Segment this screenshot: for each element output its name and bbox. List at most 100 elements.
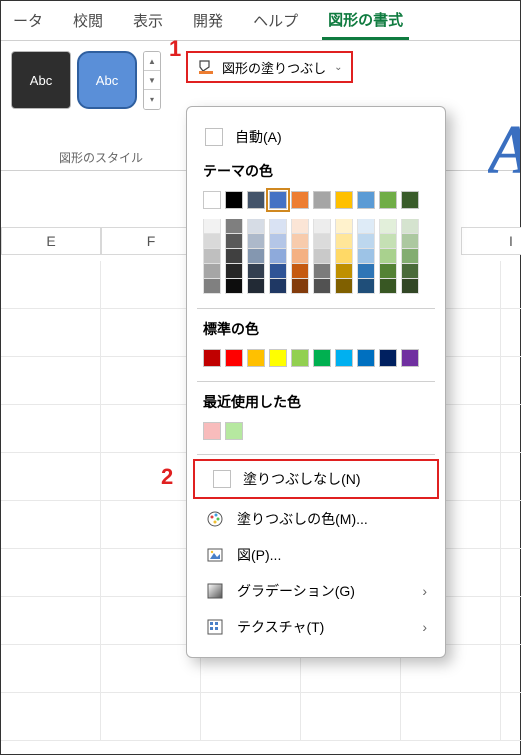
cell[interactable]	[1, 405, 101, 453]
theme-color-swatch[interactable]	[269, 191, 287, 209]
cell[interactable]	[501, 597, 521, 645]
theme-shade-swatch[interactable]	[313, 219, 331, 234]
theme-shade-swatch[interactable]	[313, 279, 331, 294]
theme-color-swatch[interactable]	[203, 191, 221, 209]
cell[interactable]	[1, 453, 101, 501]
theme-shade-swatch[interactable]	[247, 264, 265, 279]
tab-review[interactable]: 校閲	[67, 2, 109, 39]
cell[interactable]	[1, 549, 101, 597]
theme-shade-swatch[interactable]	[401, 249, 419, 264]
theme-color-swatch[interactable]	[357, 191, 375, 209]
column-header-i[interactable]: I	[461, 227, 521, 255]
gallery-down-button[interactable]: ▼	[144, 71, 160, 90]
standard-color-swatch[interactable]	[335, 349, 353, 367]
standard-color-swatch[interactable]	[203, 349, 221, 367]
theme-shade-swatch[interactable]	[269, 279, 287, 294]
theme-shade-swatch[interactable]	[225, 234, 243, 249]
cell[interactable]	[1, 261, 101, 309]
no-fill-item[interactable]: 塗りつぶしなし(N)	[193, 459, 439, 499]
theme-shade-swatch[interactable]	[203, 234, 221, 249]
theme-shade-swatch[interactable]	[313, 234, 331, 249]
tab-shape-format[interactable]: 図形の書式	[322, 1, 409, 40]
theme-color-swatch[interactable]	[247, 191, 265, 209]
cell[interactable]	[101, 693, 201, 741]
theme-shade-swatch[interactable]	[401, 279, 419, 294]
theme-color-swatch[interactable]	[313, 191, 331, 209]
theme-shade-swatch[interactable]	[291, 234, 309, 249]
theme-shade-swatch[interactable]	[335, 234, 353, 249]
theme-shade-swatch[interactable]	[203, 219, 221, 234]
more-fill-colors-item[interactable]: 塗りつぶしの色(M)...	[187, 501, 445, 537]
picture-fill-item[interactable]: 図(P)...	[187, 537, 445, 573]
cell[interactable]	[501, 405, 521, 453]
column-header-e[interactable]: E	[1, 227, 101, 255]
theme-shade-swatch[interactable]	[401, 219, 419, 234]
cell[interactable]	[501, 693, 521, 741]
shape-fill-button[interactable]: 図形の塗りつぶし ⌄	[186, 51, 353, 83]
theme-color-swatch[interactable]	[379, 191, 397, 209]
cell[interactable]	[501, 261, 521, 309]
theme-shade-swatch[interactable]	[335, 264, 353, 279]
theme-shade-swatch[interactable]	[225, 249, 243, 264]
theme-shade-swatch[interactable]	[203, 249, 221, 264]
shape-style-preview-dark[interactable]: Abc	[11, 51, 71, 109]
cell[interactable]	[501, 549, 521, 597]
theme-shade-swatch[interactable]	[379, 234, 397, 249]
theme-shade-swatch[interactable]	[313, 249, 331, 264]
cell[interactable]	[501, 357, 521, 405]
theme-shade-swatch[interactable]	[291, 264, 309, 279]
theme-shade-swatch[interactable]	[291, 279, 309, 294]
theme-shade-swatch[interactable]	[379, 249, 397, 264]
cell[interactable]	[501, 309, 521, 357]
standard-color-swatch[interactable]	[247, 349, 265, 367]
texture-fill-item[interactable]: テクスチャ(T) ›	[187, 609, 445, 645]
theme-shade-swatch[interactable]	[379, 279, 397, 294]
theme-shade-swatch[interactable]	[269, 264, 287, 279]
cell[interactable]	[1, 597, 101, 645]
recent-color-swatch[interactable]	[225, 422, 243, 440]
recent-color-swatch[interactable]	[203, 422, 221, 440]
cell[interactable]	[1, 501, 101, 549]
theme-shade-swatch[interactable]	[401, 264, 419, 279]
gradient-fill-item[interactable]: グラデーション(G) ›	[187, 573, 445, 609]
theme-shade-swatch[interactable]	[247, 219, 265, 234]
theme-shade-swatch[interactable]	[203, 279, 221, 294]
theme-shade-swatch[interactable]	[357, 279, 375, 294]
cell[interactable]	[501, 501, 521, 549]
theme-shade-swatch[interactable]	[357, 234, 375, 249]
standard-color-swatch[interactable]	[401, 349, 419, 367]
theme-shade-swatch[interactable]	[357, 219, 375, 234]
theme-shade-swatch[interactable]	[335, 279, 353, 294]
standard-color-swatch[interactable]	[225, 349, 243, 367]
gallery-up-button[interactable]: ▲	[144, 52, 160, 71]
theme-shade-swatch[interactable]	[247, 279, 265, 294]
tab-data[interactable]: ータ	[7, 2, 49, 39]
theme-shade-swatch[interactable]	[269, 249, 287, 264]
theme-color-swatch[interactable]	[291, 191, 309, 209]
theme-shade-swatch[interactable]	[291, 219, 309, 234]
theme-shade-swatch[interactable]	[269, 234, 287, 249]
cell[interactable]	[1, 357, 101, 405]
tab-help[interactable]: ヘルプ	[247, 2, 304, 39]
theme-shade-swatch[interactable]	[313, 264, 331, 279]
cell[interactable]	[501, 645, 521, 693]
cell[interactable]	[1, 693, 101, 741]
standard-color-swatch[interactable]	[313, 349, 331, 367]
theme-shade-swatch[interactable]	[225, 264, 243, 279]
tab-developer[interactable]: 開発	[187, 2, 229, 39]
theme-shade-swatch[interactable]	[379, 219, 397, 234]
theme-shade-swatch[interactable]	[335, 249, 353, 264]
standard-color-swatch[interactable]	[379, 349, 397, 367]
theme-shade-swatch[interactable]	[357, 264, 375, 279]
cell[interactable]	[401, 693, 501, 741]
cell[interactable]	[1, 309, 101, 357]
cell[interactable]	[201, 693, 301, 741]
standard-color-swatch[interactable]	[291, 349, 309, 367]
cell[interactable]	[301, 693, 401, 741]
theme-shade-swatch[interactable]	[401, 234, 419, 249]
theme-shade-swatch[interactable]	[357, 249, 375, 264]
theme-shade-swatch[interactable]	[225, 279, 243, 294]
cell[interactable]	[1, 645, 101, 693]
theme-shade-swatch[interactable]	[291, 249, 309, 264]
theme-color-swatch[interactable]	[225, 191, 243, 209]
